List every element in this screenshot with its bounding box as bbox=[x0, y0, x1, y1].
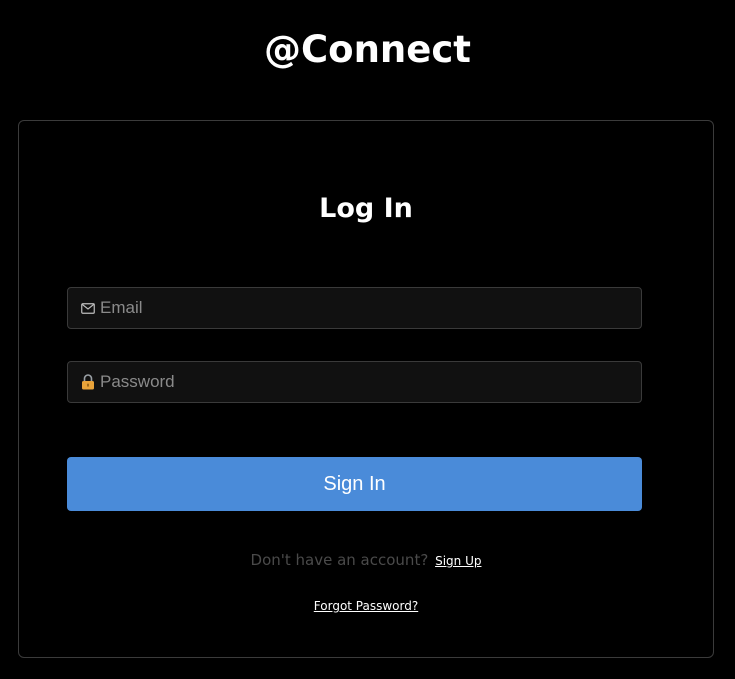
password-field[interactable] bbox=[67, 361, 642, 403]
signup-prompt: Don't have an account? bbox=[250, 551, 429, 569]
password-input[interactable] bbox=[96, 362, 641, 402]
sign-in-button[interactable]: Sign In bbox=[67, 457, 642, 511]
email-input[interactable] bbox=[96, 288, 641, 328]
forgot-password-link[interactable]: Forgot Password? bbox=[314, 599, 418, 613]
signup-row: Don't have an account? Sign Up bbox=[19, 551, 713, 569]
app-title: @Connect bbox=[264, 28, 471, 71]
login-heading: Log In bbox=[319, 193, 413, 224]
sign-up-link[interactable]: Sign Up bbox=[435, 554, 481, 568]
lock-icon bbox=[80, 374, 96, 390]
forgot-row: Forgot Password? bbox=[19, 595, 713, 614]
mail-icon bbox=[80, 300, 96, 316]
email-field[interactable] bbox=[67, 287, 642, 329]
login-card: Log In Sign In Don't have an account? Si… bbox=[18, 120, 714, 658]
